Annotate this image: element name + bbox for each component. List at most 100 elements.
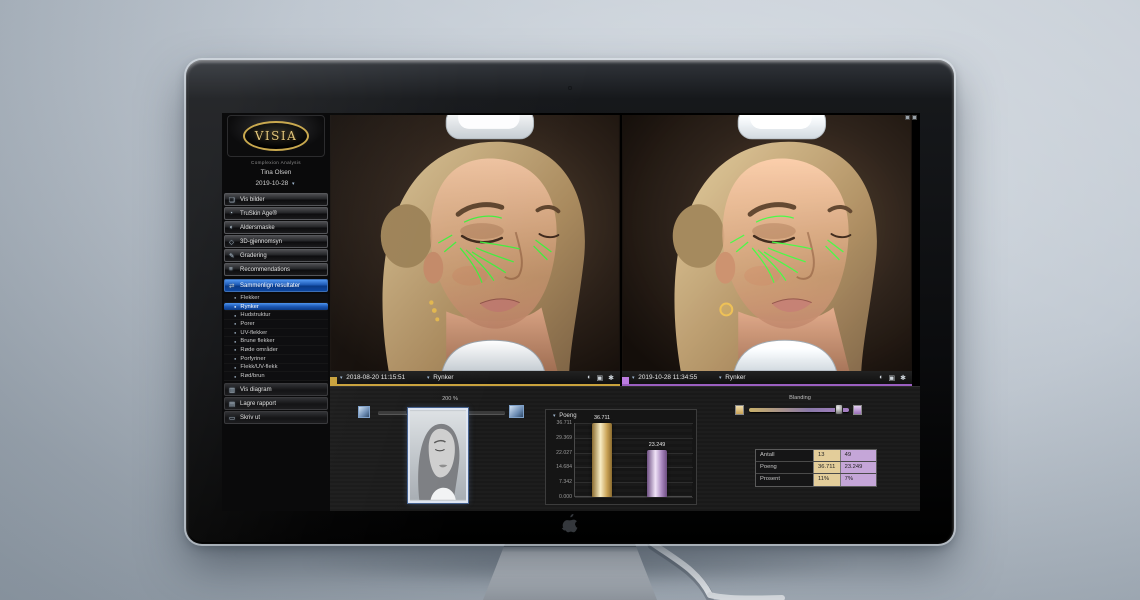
- contrast-icon[interactable]: ◐: [879, 374, 883, 382]
- mode-dropdown[interactable]: ▾ Rynker: [717, 374, 746, 381]
- feature-label: UV-flekker: [240, 330, 267, 336]
- visia-logo-text: VISIA: [255, 129, 298, 143]
- before-session-view: ▾ 2018-08-20 11:15:51 ▾ Rynker ◐ ▣ ✱: [330, 113, 620, 386]
- bullet-icon: ●: [234, 304, 236, 309]
- bullet-icon: ●: [234, 339, 236, 344]
- sidebar-item-print[interactable]: ▭Skriv ut: [224, 411, 328, 424]
- feature-item-red-brown[interactable]: ● Rød/brun: [224, 372, 328, 381]
- sidebar-item-age-mask[interactable]: ◖Aldersmaske: [224, 221, 328, 234]
- earring: [720, 304, 732, 316]
- feature-item-spots[interactable]: ● Flekker: [224, 294, 328, 303]
- sidebar-item-save-report[interactable]: ▤Lagre rapport: [224, 397, 328, 410]
- zoom-out-image-icon[interactable]: [358, 406, 370, 418]
- sidebar-item-compare-results[interactable]: ⇄ Sammenlign resultater: [224, 279, 328, 292]
- bullet-icon: ●: [234, 374, 236, 379]
- gear-icon[interactable]: ✱: [608, 374, 614, 382]
- feature-item-brown-spots[interactable]: ● Brune flekker: [224, 337, 328, 346]
- feature-label: Flekker: [240, 295, 259, 301]
- y-axis-tick-label: 0.000: [547, 494, 572, 500]
- feature-label: Brune flekker: [240, 338, 274, 344]
- feature-label: Røde områder: [240, 347, 277, 353]
- after-caption-bar: ▾ 2019-10-28 11:34:55 ▾ Rynker ◐ ▣ ✱: [622, 371, 912, 386]
- session-date: 2019-10-28 11:34:55: [638, 374, 697, 381]
- sidebar-item-label: Aldersmaske: [240, 225, 275, 231]
- score-chart-panel: ▾ Poeng 0.0007.34214.68422.02729.36936.7…: [545, 409, 697, 505]
- feature-list: ●Flekker●Rynker●Hudstruktur●Porer●UV-fle…: [224, 294, 328, 381]
- feature-item-uv-spots[interactable]: ●UV-flekker: [224, 329, 328, 338]
- bottom-panel: 200 %: [330, 386, 920, 511]
- visia-logo: VISIA: [243, 121, 309, 151]
- before-caption-bar: ▾ 2018-08-20 11:15:51 ▾ Rynker ◐ ▣ ✱: [330, 371, 620, 386]
- row-label: Antall: [756, 450, 813, 461]
- sidebar-item-recommendations[interactable]: ≡Recommendations: [224, 263, 328, 276]
- session-dropdown[interactable]: ▾ 2018-08-20 11:15:51: [338, 374, 405, 381]
- chart-metric-dropdown[interactable]: ▾ Poeng: [551, 413, 577, 419]
- forehead-rest-device: [738, 115, 825, 139]
- session-date-value: 2019-10-28: [256, 180, 289, 187]
- sidebar-item-label: 3D-gjennomsyn: [240, 239, 282, 245]
- blend-slider[interactable]: [749, 408, 849, 412]
- feature-item-red-areas[interactable]: ● Røde områder: [224, 346, 328, 355]
- feature-label: Rynker: [240, 304, 258, 310]
- monitor-stand: [483, 542, 657, 600]
- sidebar-item-label: Skriv ut: [240, 415, 260, 421]
- feature-label: Rød/brun: [240, 373, 264, 379]
- camera-icon[interactable]: ▣: [597, 374, 604, 382]
- sidebar-item-view-charts[interactable]: ▥Vis diagram: [224, 383, 328, 396]
- blend-slider-knob[interactable]: [835, 404, 843, 415]
- accent-corner: [622, 377, 629, 384]
- patient-portrait-photo: [330, 115, 620, 371]
- webcam-icon: [568, 86, 572, 90]
- session-date-dropdown[interactable]: 2019-10-28 ▾: [222, 180, 330, 187]
- feature-label: Flekk/UV-flekk: [240, 364, 277, 370]
- contrast-icon[interactable]: ◐: [587, 374, 591, 382]
- after-session-view: ▾ 2019-10-28 11:34:55 ▾ Rynker ◐ ▣ ✱: [622, 113, 912, 386]
- zoom-in-image-icon[interactable]: [509, 405, 524, 418]
- chevron-down-icon: ▾: [427, 375, 430, 381]
- chevron-down-icon: ▾: [340, 375, 343, 381]
- compare-icon: ⇄: [229, 282, 240, 290]
- feature-item-wrinkles[interactable]: ● Rynker: [224, 303, 328, 312]
- print-icon: ▭: [229, 414, 240, 422]
- before-value: 36.711: [813, 462, 840, 473]
- sidebar-item-3d-viewer[interactable]: ◇3D-gjennomsyn: [224, 235, 328, 248]
- visia-app-screen: VISIA Complexion Analysis Tina Olsen 201…: [222, 113, 920, 511]
- gear-icon[interactable]: ✱: [900, 374, 906, 382]
- chevron-down-icon: ▾: [553, 413, 556, 419]
- session-date: 2018-08-20 11:15:51: [346, 374, 405, 381]
- sidebar-item-grading[interactable]: ✎Gradering: [224, 249, 328, 262]
- sidebar-item-truskin-age[interactable]: ◔TruSkin Age®: [224, 207, 328, 220]
- mode-dropdown[interactable]: ▾ Rynker: [425, 374, 454, 381]
- window-minimize-button[interactable]: [905, 115, 910, 120]
- mode-label: Rynker: [433, 374, 453, 381]
- camera-icon[interactable]: ▣: [889, 374, 896, 382]
- sidebar-menu: ❏Vis bilder◔TruSkin Age®◖Aldersmaske◇3D-…: [224, 193, 328, 277]
- monitor: VISIA Complexion Analysis Tina Olsen 201…: [186, 60, 954, 544]
- sidebar-item-view-images[interactable]: ❏Vis bilder: [224, 193, 328, 206]
- feature-item-spots-uv-spots[interactable]: ●Flekk/UV-flekk: [224, 364, 328, 373]
- navigation-thumbnail[interactable]: [408, 408, 468, 503]
- grading-icon: ✎: [229, 252, 240, 260]
- feature-item-porphyrins[interactable]: ●Porfyriner: [224, 355, 328, 364]
- caption-toolbar: ◐ ▣ ✱: [879, 374, 906, 382]
- table-row: Prosent11%7%: [756, 474, 876, 486]
- sidebar-item-label: Recommendations: [240, 267, 290, 273]
- sidebar-item-label: Lagre rapport: [240, 401, 276, 407]
- sidebar-item-label: Gradering: [240, 253, 267, 259]
- save-report-icon: ▤: [229, 400, 240, 408]
- y-axis-tick-label: 36.711: [547, 420, 572, 426]
- forehead-rest-device: [446, 115, 533, 139]
- table-row: Antall1349: [756, 450, 876, 462]
- before-color-swatch[interactable]: [735, 405, 744, 415]
- session-dropdown[interactable]: ▾ 2019-10-28 11:34:55: [630, 374, 697, 381]
- window-close-button[interactable]: [912, 115, 917, 120]
- patient-portrait-photo: [622, 115, 912, 371]
- after-color-swatch[interactable]: [853, 405, 862, 415]
- bullet-icon: ●: [234, 295, 236, 300]
- 3d-viewer-icon: ◇: [229, 238, 240, 246]
- bullet-icon: ●: [234, 313, 236, 318]
- after-value: 49: [840, 450, 876, 461]
- bullet-icon: ●: [234, 347, 236, 352]
- feature-item-texture[interactable]: ●Hudstruktur: [224, 311, 328, 320]
- feature-item-pores[interactable]: ●Porer: [224, 320, 328, 329]
